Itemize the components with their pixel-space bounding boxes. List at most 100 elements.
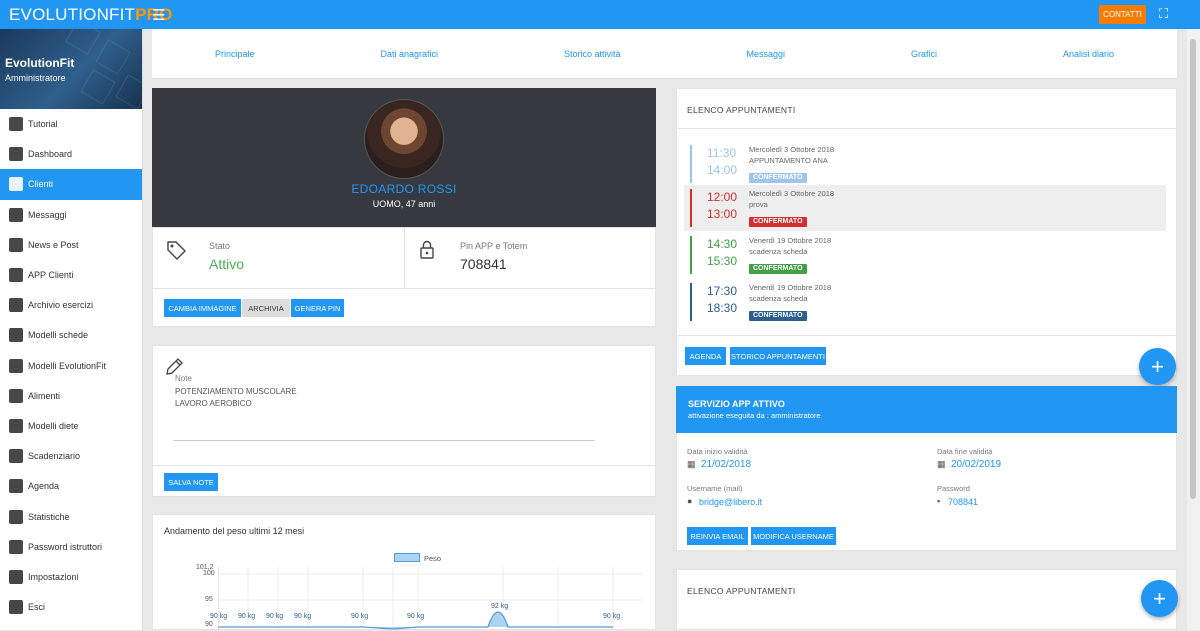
sidebar-item-label: Password istruttori bbox=[28, 541, 103, 552]
username-value: bridge@libero.it bbox=[699, 497, 763, 507]
sidebar-item-messaggi[interactable]: Messaggi bbox=[0, 200, 142, 230]
plate-icon bbox=[9, 418, 23, 433]
appointment-item[interactable]: 14:30 15:30 Venerdì 19 Ottobre 2018 scadenz… bbox=[684, 232, 1166, 278]
calendar-icon: ▦ bbox=[937, 459, 946, 469]
state-label: Stato bbox=[209, 241, 231, 251]
sidebar-item-dashboard[interactable]: Dashboard bbox=[0, 139, 142, 169]
appointment-date: Mercoledì 3 Ottobre 2018 bbox=[749, 145, 835, 154]
sidebar-item-archivio-esercizi[interactable]: Archivio esercizi bbox=[0, 290, 142, 320]
appointment-end: 18:30 bbox=[707, 301, 738, 315]
appointment-date: Venerdì 19 Ottobre 2018 bbox=[749, 283, 832, 292]
sidebar-item-label: Archivio esercizi bbox=[28, 300, 94, 311]
client-header: EDOARDO ROSSI UOMO, 47 anni bbox=[152, 88, 656, 227]
appointment-item[interactable]: 11:30 14:00 Mercoledì 3 Ottobre 2018 APPUNT… bbox=[684, 141, 1166, 187]
sidebar-item-label: Scadenziario bbox=[28, 451, 81, 462]
sidebar-item-label: Tutorial bbox=[28, 119, 58, 130]
legend-swatch bbox=[394, 553, 420, 562]
status-badge: CONFERMATO bbox=[749, 311, 807, 321]
appointment-color-bar bbox=[690, 283, 692, 321]
appointment-end: 15:30 bbox=[707, 254, 738, 268]
sidebar-item-clienti[interactable]: Clienti bbox=[0, 169, 142, 200]
apple-icon bbox=[9, 388, 23, 403]
tab-dati-anagrafici[interactable]: Dati anagrafici bbox=[380, 49, 438, 59]
sidebar-item-modelli-evolutionfit[interactable]: Modelli EvolutionFit bbox=[0, 351, 142, 381]
sidebar-item-label: News e Post bbox=[28, 239, 79, 250]
appointment-end: 13:00 bbox=[707, 207, 738, 221]
appointment-desc: APPUNTAMENTO ANA bbox=[749, 156, 828, 165]
tab-analisi-diario[interactable]: Analisi diario bbox=[1063, 49, 1114, 59]
start-date-label: Data inizio validità bbox=[687, 447, 748, 456]
status-badge: CONFERMATO bbox=[749, 264, 807, 274]
hamburger-menu-icon[interactable]: ☰ bbox=[152, 6, 165, 24]
modify-username-button[interactable]: MODIFICA USERNAME bbox=[751, 527, 836, 545]
fullscreen-icon[interactable]: ⛶ bbox=[1159, 6, 1168, 22]
appointment-item[interactable]: 12:00 13:00 Mercoledì 3 Ottobre 2018 prova C… bbox=[684, 185, 1166, 231]
appointment-start: 11:30 bbox=[707, 146, 737, 160]
status-badge: CONFERMATO bbox=[749, 173, 807, 183]
sidebar-item-label: Dashboard bbox=[28, 149, 73, 160]
add-appointment-button[interactable]: + bbox=[1141, 580, 1178, 617]
end-date-label: Data fine validità bbox=[937, 447, 993, 456]
sidebar-item-modelli-schede[interactable]: Modelli schede bbox=[0, 320, 142, 350]
notes-line[interactable]: LAVORO AEROBICO bbox=[175, 399, 252, 408]
legend-label: Peso bbox=[424, 554, 442, 563]
page-scrollbar[interactable] bbox=[1187, 29, 1200, 630]
appointment-desc: scadenza scheda bbox=[749, 247, 808, 256]
sidebar-item-news-e-post[interactable]: News e Post bbox=[0, 230, 142, 260]
pin-value: 708841 bbox=[460, 256, 507, 272]
appointment-color-bar bbox=[690, 236, 692, 274]
sidebar-item-label: Modelli diete bbox=[28, 420, 79, 431]
lock-icon bbox=[420, 240, 434, 259]
client-tabs: Principale Dati anagrafici Storico attivit… bbox=[152, 29, 1177, 79]
save-notes-button[interactable]: SALVA NOTE bbox=[164, 473, 218, 491]
bar-chart-icon bbox=[9, 509, 23, 524]
appointment-start: 17:30 bbox=[707, 284, 738, 298]
change-image-button[interactable]: CAMBIA IMMAGINE bbox=[164, 299, 241, 317]
clapperboard-icon bbox=[9, 117, 23, 132]
profile-role: Amministratore bbox=[5, 73, 66, 83]
sidebar: EvolutionFit Amministratore Tutorial Dash… bbox=[0, 29, 143, 630]
password-value: 708841 bbox=[948, 497, 979, 507]
calendar-icon: ▦ bbox=[687, 459, 696, 469]
sidebar-item-label: Modelli schede bbox=[28, 330, 89, 341]
sidebar-item-app-clienti[interactable]: APP Clienti bbox=[0, 260, 142, 290]
resend-email-button[interactable]: REINVIA EMAIL bbox=[687, 527, 748, 545]
pin-label: Pin APP e Totem bbox=[460, 241, 528, 251]
sidebar-item-statistiche[interactable]: Statistiche bbox=[0, 501, 142, 531]
tab-grafici[interactable]: Grafici bbox=[911, 49, 937, 59]
appointment-end: 14:00 bbox=[707, 163, 738, 177]
app-service-header: SERVIZIO APP ATTIVO attivazione eseguita… bbox=[676, 386, 1177, 433]
appointment-history-button[interactable]: STORICO APPUNTAMENTI bbox=[730, 347, 826, 365]
tab-principale[interactable]: Principale bbox=[215, 49, 255, 59]
appointment-item[interactable]: 17:30 18:30 Venerdì 19 Ottobre 2018 scadenz… bbox=[684, 279, 1166, 325]
state-value: Attivo bbox=[209, 256, 245, 272]
calendar-grid-icon bbox=[9, 479, 23, 494]
generate-pin-button[interactable]: GENERA PIN bbox=[291, 299, 344, 317]
exercise-icon bbox=[9, 298, 23, 313]
sidebar-item-esci[interactable]: Esci bbox=[0, 592, 142, 622]
sidebar-item-impostazioni[interactable]: Impostazioni bbox=[0, 562, 142, 592]
agenda-button[interactable]: AGENDA bbox=[685, 347, 726, 365]
client-avatar bbox=[364, 99, 444, 179]
tab-messaggi[interactable]: Messaggi bbox=[746, 49, 785, 59]
top-bar: EVOLUTIONFITPRO bbox=[0, 0, 1200, 29]
sidebar-item-label: APP Clienti bbox=[28, 270, 74, 281]
sidebar-item-tutorial[interactable]: Tutorial bbox=[0, 109, 142, 139]
notes-line[interactable]: POTENZIAMENTO MUSCOLARE bbox=[175, 387, 297, 396]
brand-logo[interactable]: EVOLUTIONFITPRO bbox=[0, 5, 173, 25]
add-appointment-button[interactable]: + bbox=[1139, 348, 1176, 385]
sidebar-item-label: Agenda bbox=[28, 481, 60, 492]
status-badge: CONFERMATO bbox=[749, 217, 807, 227]
archive-button[interactable]: ARCHIVIA bbox=[242, 299, 290, 317]
sidebar-item-agenda[interactable]: Agenda bbox=[0, 471, 142, 501]
appointment-start: 14:30 bbox=[707, 237, 738, 251]
contacts-button[interactable]: CONTATTI bbox=[1099, 5, 1146, 24]
sidebar-item-alimenti[interactable]: Alimenti bbox=[0, 381, 142, 411]
scrollbar-thumb[interactable] bbox=[1190, 39, 1196, 499]
sidebar-profile: EvolutionFit Amministratore bbox=[0, 29, 142, 109]
sidebar-item-modelli-diete[interactable]: Modelli diete bbox=[0, 411, 142, 441]
tab-storico-attività[interactable]: Storico attività bbox=[564, 49, 621, 59]
sidebar-item-password-istruttori[interactable]: Password istruttori bbox=[0, 532, 142, 562]
weight-chart-title: Andamento del peso ultimi 12 mesi bbox=[164, 526, 305, 536]
sidebar-item-scadenziario[interactable]: Scadenziario bbox=[0, 441, 142, 471]
